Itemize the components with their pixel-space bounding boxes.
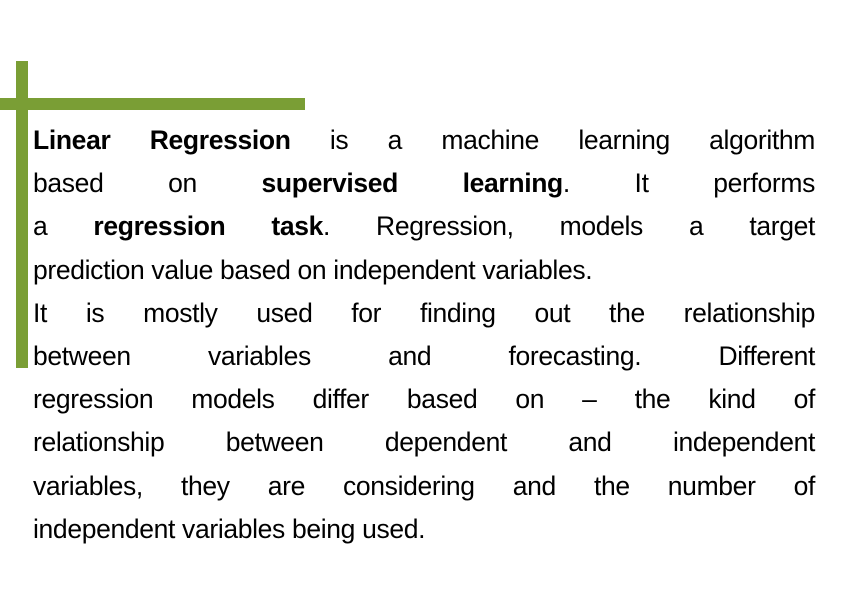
text-line: variables, they are considering and the … <box>33 465 815 508</box>
text-run: a <box>33 211 94 242</box>
text-line-content: based on supervised learning. It perform… <box>33 162 815 205</box>
accent-bar-horizontal <box>0 98 305 110</box>
text-line: Linear Regression is a machine learning … <box>33 119 815 162</box>
text-run: . It performs <box>562 168 815 199</box>
text-line: regression models differ based on – the … <box>33 378 815 421</box>
text-line: independent variables being used. <box>33 508 815 551</box>
text-run: variables, they are considering and the … <box>33 470 815 501</box>
text-run: between variables and forecasting. Diffe… <box>33 340 815 371</box>
text-line-content: prediction value based on independent va… <box>33 249 815 292</box>
text-line: It is mostly used for finding out the re… <box>33 292 815 335</box>
text-line-content: independent variables being used. <box>33 508 815 551</box>
text-run: relationship between dependent and indep… <box>33 427 815 458</box>
text-run: regression models differ based on – the … <box>33 384 815 415</box>
text-line-content: relationship between dependent and indep… <box>33 421 815 464</box>
text-line-content: variables, they are considering and the … <box>33 465 815 508</box>
text-line: prediction value based on independent va… <box>33 249 815 292</box>
text-line-content: Linear Regression is a machine learning … <box>33 119 815 162</box>
text-line: relationship between dependent and indep… <box>33 421 815 464</box>
text-line-content: between variables and forecasting. Diffe… <box>33 335 815 378</box>
body-paragraph: Linear Regression is a machine learning … <box>33 119 815 551</box>
bold-term: regression task <box>93 211 324 242</box>
text-line-content: regression models differ based on – the … <box>33 378 815 421</box>
text-run: It is mostly used for finding out the re… <box>33 297 815 328</box>
text-run: . Regression, models a target <box>323 211 815 242</box>
text-line: based on supervised learning. It perform… <box>33 162 815 205</box>
bold-term: supervised learning <box>261 168 564 199</box>
text-run: is a machine learning algorithm <box>290 125 816 155</box>
text-line: between variables and forecasting. Diffe… <box>33 335 815 378</box>
text-line-content: a regression task. Regression, models a … <box>33 205 815 248</box>
text-line: a regression task. Regression, models a … <box>33 205 815 248</box>
text-line-content: It is mostly used for finding out the re… <box>33 292 815 335</box>
bold-term: Linear Regression <box>33 125 291 155</box>
text-run: prediction value based on independent va… <box>33 254 593 285</box>
text-run: independent variables being used. <box>33 513 426 544</box>
text-run: based on <box>33 168 262 199</box>
